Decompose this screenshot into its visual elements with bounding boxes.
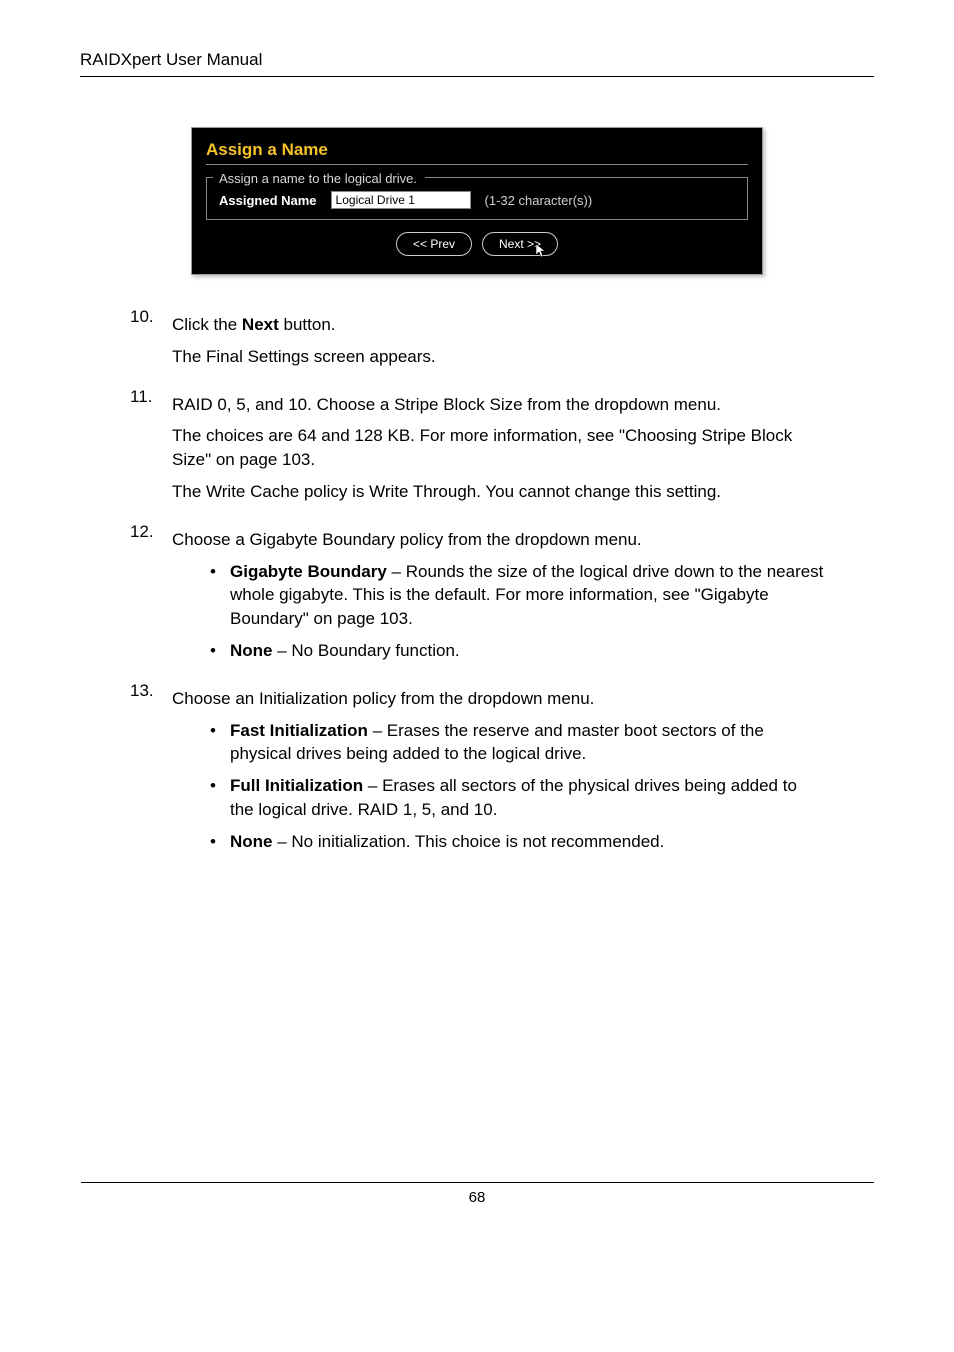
gigabyte-boundary-bold: Gigabyte Boundary	[230, 562, 387, 581]
cursor-icon	[535, 243, 549, 262]
none-text-13: – No initialization. This choice is not …	[273, 832, 665, 851]
step-11-line2: The choices are 64 and 128 KB. For more …	[172, 424, 824, 472]
step-12-number: 12.	[130, 520, 172, 671]
form-box: Assign a name to the logical drive. Assi…	[206, 177, 748, 220]
none-bold-12: None	[230, 641, 273, 660]
step-13-number: 13.	[130, 679, 172, 862]
assigned-name-input[interactable]	[331, 191, 471, 209]
assigned-name-label: Assigned Name	[219, 193, 317, 208]
char-hint: (1-32 character(s))	[485, 193, 593, 208]
step-12-line1: Choose a Gigabyte Boundary policy from t…	[172, 528, 824, 552]
step-12-bullet-1: Gigabyte Boundary – Rounds the size of t…	[202, 560, 824, 631]
fast-init-bold: Fast Initialization	[230, 721, 368, 740]
step-12-bullet-2: None – No Boundary function.	[202, 639, 824, 663]
step-10-text-a: Click the	[172, 315, 242, 334]
step-10-text-b: button.	[279, 315, 336, 334]
step-11-line1: RAID 0, 5, and 10. Choose a Stripe Block…	[172, 393, 824, 417]
step-11-number: 11.	[130, 385, 172, 512]
step-10-next-bold: Next	[242, 315, 279, 334]
step-13-bullet-1: Fast Initialization – Erases the reserve…	[202, 719, 824, 767]
footer-page-number: 68	[81, 1182, 874, 1206]
prev-button[interactable]: << Prev	[396, 232, 472, 256]
panel-title: Assign a Name	[206, 140, 748, 160]
step-11-line3: The Write Cache policy is Write Through.…	[172, 480, 824, 504]
full-init-bold: Full Initialization	[230, 776, 363, 795]
step-10-line2: The Final Settings screen appears.	[172, 345, 824, 369]
step-10-number: 10.	[130, 305, 172, 377]
step-13-bullet-2: Full Initialization – Erases all sectors…	[202, 774, 824, 822]
panel-title-underline	[206, 164, 748, 165]
step-13-line1: Choose an Initialization policy from the…	[172, 687, 824, 711]
header-rule	[80, 76, 874, 77]
content-body: 10. Click the Next button. The Final Set…	[80, 305, 874, 862]
none-text-12: – No Boundary function.	[273, 641, 460, 660]
next-button[interactable]: Next >>	[482, 232, 558, 256]
header-title: RAIDXpert User Manual	[80, 50, 874, 70]
screenshot-panel: Assign a Name Assign a name to the logic…	[191, 127, 763, 275]
step-13-bullet-3: None – No initialization. This choice is…	[202, 830, 824, 854]
none-bold-13: None	[230, 832, 273, 851]
form-caption: Assign a name to the logical drive.	[213, 169, 425, 188]
